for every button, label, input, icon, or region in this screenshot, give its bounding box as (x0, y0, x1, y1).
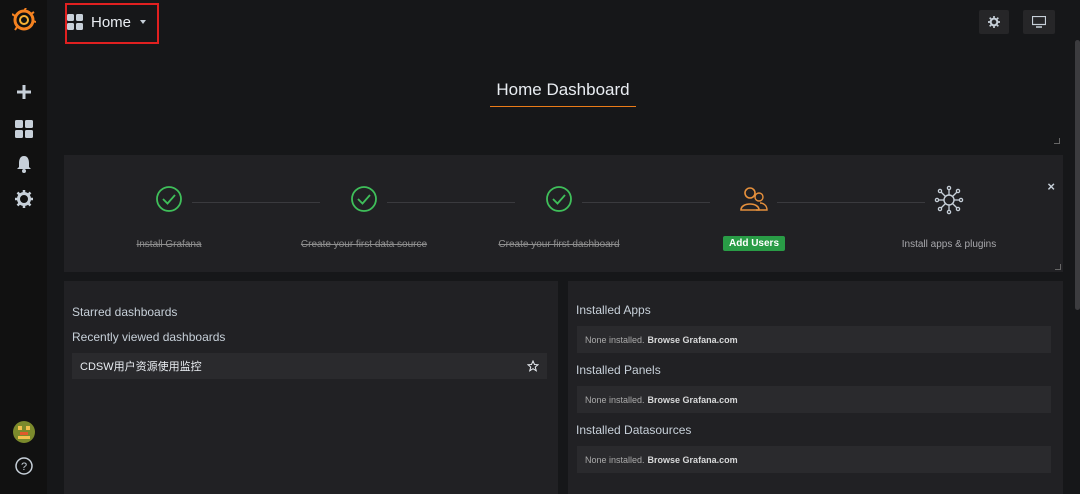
check-circle-icon (351, 186, 377, 212)
page-title: Home Dashboard (490, 80, 636, 107)
starred-dashboards-title: Starred dashboards (72, 305, 178, 319)
resize-handle[interactable] (1055, 264, 1061, 270)
star-icon[interactable] (527, 360, 539, 372)
check-circle-icon (546, 186, 572, 212)
recent-dashboards-title: Recently viewed dashboards (72, 330, 226, 344)
users-icon (740, 187, 768, 211)
browse-grafana-link[interactable]: Browse Grafana.com (648, 395, 738, 405)
plugins-list-panel: Installed Apps None installed. Browse Gr… (568, 281, 1063, 494)
dashboards-icon[interactable] (0, 115, 47, 143)
installed-panels-row: None installed. Browse Grafana.com (577, 386, 1051, 413)
list-item[interactable]: CDSW用户资源使用监控 (72, 353, 547, 379)
dashboard-link[interactable]: CDSW用户资源使用监控 (80, 358, 202, 374)
grafana-logo-icon[interactable] (0, 6, 47, 34)
step-label[interactable]: Install Grafana (79, 239, 259, 250)
none-installed-text: None installed. (585, 454, 645, 465)
installed-datasources-title: Installed Datasources (576, 423, 692, 437)
sidebar: ? (0, 0, 47, 494)
step-create-dashboard: Create your first dashboard (469, 185, 649, 250)
installed-datasources-row: None installed. Browse Grafana.com (577, 446, 1051, 473)
step-install-apps: Install apps & plugins (859, 185, 1039, 250)
plugins-icon (934, 185, 964, 215)
step-label[interactable]: Install apps & plugins (859, 239, 1039, 250)
title-panel: Home Dashboard (64, 46, 1062, 146)
tv-mode-button[interactable] (1023, 10, 1055, 34)
installed-apps-title: Installed Apps (576, 303, 651, 317)
installed-panels-title: Installed Panels (576, 363, 661, 377)
gear-icon[interactable] (0, 185, 47, 213)
installed-apps-row: None installed. Browse Grafana.com (577, 326, 1051, 353)
add-users-button[interactable]: Add Users (722, 236, 785, 251)
annotation-highlight-box (65, 3, 159, 44)
settings-icon (988, 16, 1000, 28)
step-create-data-source: Create your first data source (274, 185, 454, 250)
none-installed-text: None installed. (585, 394, 645, 405)
step-label[interactable]: Create your first dashboard (469, 239, 649, 250)
bell-icon[interactable] (0, 150, 47, 178)
avatar[interactable] (0, 418, 47, 446)
svg-text:?: ? (20, 461, 26, 473)
dashboard-list-panel: Starred dashboards Recently viewed dashb… (64, 281, 558, 494)
step-label[interactable]: Create your first data source (274, 239, 454, 250)
browse-grafana-link[interactable]: Browse Grafana.com (648, 335, 738, 345)
none-installed-text: None installed. (585, 334, 645, 345)
browse-grafana-link[interactable]: Browse Grafana.com (648, 455, 738, 465)
check-circle-icon (156, 186, 182, 212)
help-icon[interactable]: ? (0, 452, 47, 480)
main-area: Home Home Dashboard × Install Grafana Cr… (47, 0, 1080, 494)
close-icon[interactable]: × (1047, 179, 1055, 194)
step-install-grafana: Install Grafana (79, 185, 259, 250)
step-add-users: Add Users (664, 185, 844, 251)
getting-started-panel: × Install Grafana Create your first data… (64, 155, 1063, 272)
plus-icon[interactable] (0, 78, 47, 106)
tv-mode-icon (1032, 16, 1046, 28)
resize-handle[interactable] (1054, 138, 1060, 144)
scrollbar[interactable] (1075, 40, 1080, 310)
settings-button[interactable] (979, 10, 1009, 34)
